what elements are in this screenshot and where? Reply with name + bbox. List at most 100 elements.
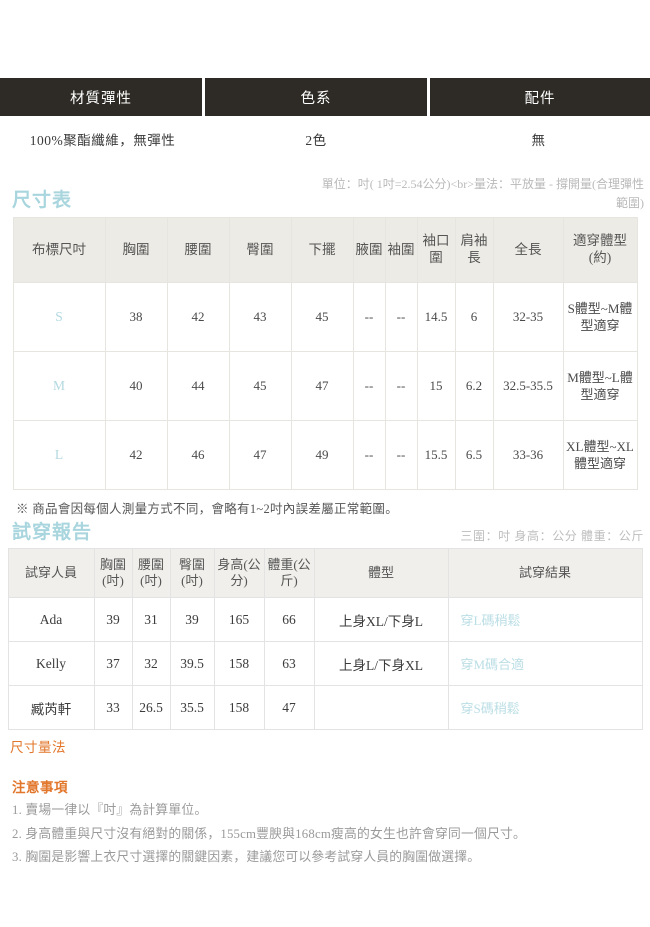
size-cell-bust: 40	[104, 351, 168, 422]
size-cell-cuff: 14.5	[416, 282, 456, 353]
spec-bar: 材質彈性 色系 配件	[0, 78, 650, 116]
fit-cell-bust: 39	[93, 597, 133, 643]
notes-item: 2. 身高體重與尺寸沒有絕對的關係，155cm豐腴與168cm瘦高的女生也許會穿…	[12, 826, 526, 841]
fit-cell-shape: 上身L/下身XL	[313, 641, 449, 687]
fit-cell-height: 158	[213, 641, 265, 687]
size-cell-hem: 49	[290, 420, 354, 491]
size-cell-length: 32.5-35.5	[492, 351, 564, 422]
fit-section-header: 試穿報告 三圍：吋 身高：公分 體重：公斤	[0, 522, 650, 544]
size-col-shoulder-sleeve: 肩袖長	[454, 217, 494, 284]
fit-cell-hip: 35.5	[169, 685, 215, 731]
spec-header-accessory: 配件	[430, 78, 650, 116]
size-cell-hip: 45	[228, 351, 292, 422]
fit-cell-bust: 33	[93, 685, 133, 731]
size-cell-armpit: --	[352, 420, 386, 491]
size-cell-hip: 47	[228, 420, 292, 491]
fit-cell-waist: 31	[131, 597, 171, 643]
fit-col-bust: 胸圍(吋)	[93, 548, 133, 599]
size-table-unit-note: 單位：吋( 1吋=2.54公分)<br>量法：平放量 - 撐開量(合理彈性範圍)	[321, 177, 644, 210]
fit-cell-shape: 上身XL/下身L	[313, 597, 449, 643]
fit-col-weight: 體重(公斤)	[263, 548, 315, 599]
size-col-label: 布標尺吋	[12, 217, 106, 284]
size-cell-shoulder-sleeve: 6.5	[454, 420, 494, 491]
table-row: Ada 39 31 39 165 66 上身XL/下身L 穿L碼稍鬆	[7, 597, 643, 643]
spec-values-row: 100%聚酯纖維，無彈性 2色 無	[0, 116, 650, 161]
spec-value-color: 2色	[305, 132, 327, 148]
fit-cell-waist: 32	[131, 641, 171, 687]
fit-cell-shape	[313, 685, 449, 731]
size-cell-waist: 42	[166, 282, 230, 353]
fit-cell-bust: 37	[93, 641, 133, 687]
size-table-header-row: 布標尺吋 胸圍 腰圍 臀圍 下擺 腋圍 袖圍 袖口圍 肩袖長 全長 適穿體型(約…	[12, 217, 638, 284]
size-col-length: 全長	[492, 217, 564, 284]
table-row: Kelly 37 32 39.5 158 63 上身L/下身XL 穿M碼合適	[7, 641, 643, 687]
size-table-title: 尺寸表	[12, 190, 73, 212]
size-cell-shoulder-sleeve: 6.2	[454, 351, 494, 422]
fit-col-waist: 腰圍(吋)	[131, 548, 171, 599]
table-row: L 42 46 47 49 -- -- 15.5 6.5 33-36 XL體型~…	[12, 420, 638, 491]
size-col-hip: 臀圍	[228, 217, 292, 284]
size-col-fit: 適穿體型(約)	[562, 217, 638, 284]
fit-col-result: 試穿結果	[447, 548, 643, 599]
spec-header-color: 色系	[205, 78, 427, 116]
fit-col-name: 試穿人員	[7, 548, 95, 599]
fit-cell-name: 臧芮軒	[7, 685, 95, 731]
fit-cell-weight: 66	[263, 597, 315, 643]
size-table-footnote: ※ 商品會因每個人測量方式不同，會略有1~2吋內誤差屬正常範圍。	[16, 502, 398, 517]
size-col-cuff: 袖口圍	[416, 217, 456, 284]
notes-section: 注意事項 1. 賣場一律以『吋』為計算單位。 2. 身高體重與尺寸沒有絕對的關係…	[0, 756, 650, 870]
size-cell-bust: 42	[104, 420, 168, 491]
size-cell-sleeve: --	[384, 420, 418, 491]
size-cell-waist: 44	[166, 351, 230, 422]
measure-method-title: 尺寸量法	[10, 740, 66, 756]
fit-cell-weight: 63	[263, 641, 315, 687]
size-cell-fit: XL體型~XL體型適穿	[562, 420, 638, 491]
table-row: M 40 44 45 47 -- -- 15 6.2 32.5-35.5 M體型…	[12, 351, 638, 422]
size-cell-fit: S體型~M體型適穿	[562, 282, 638, 353]
size-cell-armpit: --	[352, 282, 386, 353]
size-table: 布標尺吋 胸圍 腰圍 臀圍 下擺 腋圍 袖圍 袖口圍 肩袖長 全長 適穿體型(約…	[12, 217, 638, 491]
fit-cell-name: Ada	[7, 597, 95, 643]
fit-table-header-row: 試穿人員 胸圍(吋) 腰圍(吋) 臀圍(吋) 身高(公分) 體重(公斤) 體型 …	[7, 548, 643, 599]
size-cell-fit: M體型~L體型適穿	[562, 351, 638, 422]
table-row: 臧芮軒 33 26.5 35.5 158 47 穿S碼稍鬆	[7, 685, 643, 731]
size-col-bust: 胸圍	[104, 217, 168, 284]
notes-item: 1. 賣場一律以『吋』為計算單位。	[12, 803, 208, 818]
size-section-header: 尺寸表 單位：吋( 1吋=2.54公分)<br>量法：平放量 - 撐開量(合理彈…	[0, 175, 650, 212]
fit-report-table: 試穿人員 胸圍(吋) 腰圍(吋) 臀圍(吋) 身高(公分) 體重(公斤) 體型 …	[7, 548, 643, 731]
fit-col-height: 身高(公分)	[213, 548, 265, 599]
size-cell-length: 32-35	[492, 282, 564, 353]
size-col-armpit: 腋圍	[352, 217, 386, 284]
fit-col-hip: 臀圍(吋)	[169, 548, 215, 599]
size-cell-bust: 38	[104, 282, 168, 353]
size-cell-cuff: 15	[416, 351, 456, 422]
spec-header-material: 材質彈性	[0, 78, 202, 116]
fit-col-shape: 體型	[313, 548, 449, 599]
size-cell-label: S	[12, 282, 106, 353]
size-cell-hem: 45	[290, 282, 354, 353]
notes-item: 3. 胸圍是影響上衣尺寸選擇的關鍵因素，建議您可以參考試穿人員的胸圍做選擇。	[12, 850, 481, 865]
size-cell-label: L	[12, 420, 106, 491]
fit-cell-weight: 47	[263, 685, 315, 731]
size-cell-label: M	[12, 351, 106, 422]
size-col-waist: 腰圍	[166, 217, 230, 284]
fit-cell-height: 165	[213, 597, 265, 643]
size-cell-length: 33-36	[492, 420, 564, 491]
fit-cell-result: 穿S碼稍鬆	[447, 685, 643, 731]
fit-cell-height: 158	[213, 685, 265, 731]
fit-cell-name: Kelly	[7, 641, 95, 687]
size-col-hem: 下擺	[290, 217, 354, 284]
size-cell-sleeve: --	[384, 282, 418, 353]
size-cell-sleeve: --	[384, 351, 418, 422]
fit-report-unit-note: 三圍：吋 身高：公分 體重：公斤	[460, 529, 644, 544]
fit-cell-hip: 39	[169, 597, 215, 643]
size-col-sleeve: 袖圍	[384, 217, 418, 284]
notes-title: 注意事項	[12, 780, 68, 796]
spec-value-accessory: 無	[531, 132, 546, 148]
size-cell-waist: 46	[166, 420, 230, 491]
fit-cell-result: 穿M碼合適	[447, 641, 643, 687]
fit-cell-waist: 26.5	[131, 685, 171, 731]
size-cell-hip: 43	[228, 282, 292, 353]
size-cell-shoulder-sleeve: 6	[454, 282, 494, 353]
size-cell-cuff: 15.5	[416, 420, 456, 491]
